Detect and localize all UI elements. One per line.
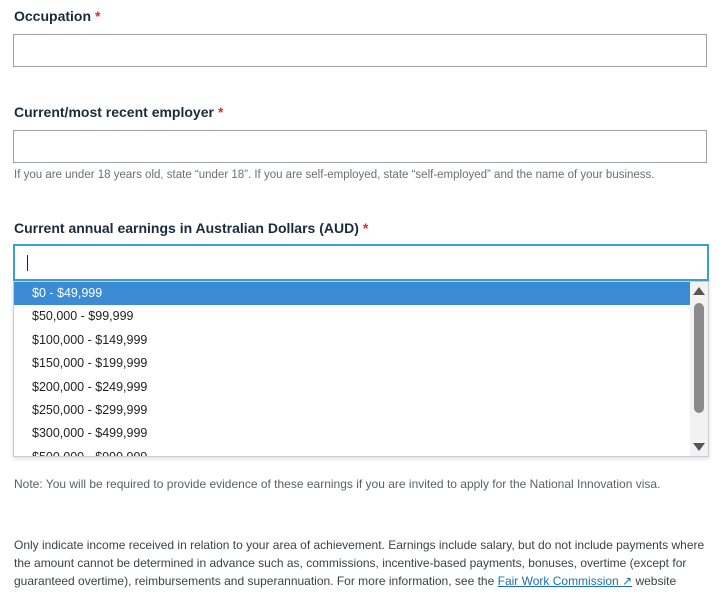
required-marker: *	[95, 8, 101, 24]
earnings-option[interactable]: $250,000 - $299,999	[14, 399, 690, 422]
earnings-info-after-link: website	[635, 574, 677, 588]
occupation-label-text: Occupation	[14, 8, 92, 24]
earnings-option[interactable]: $100,000 - $149,999	[14, 329, 690, 352]
earnings-option[interactable]: $500,000 - $999,999	[14, 446, 690, 456]
earnings-option[interactable]: $0 - $49,999	[14, 282, 690, 306]
employer-hint: If you are under 18 years old, state “un…	[14, 169, 655, 181]
earnings-option[interactable]: $200,000 - $249,999	[14, 376, 690, 399]
text-cursor	[27, 255, 28, 271]
earnings-label-text: Current annual earnings in Australian Do…	[14, 220, 359, 236]
dropdown-scrollbar[interactable]	[690, 282, 708, 456]
earnings-info-paragraph: Only indicate income received in relatio…	[14, 536, 714, 590]
earnings-note: Note: You will be required to provide ev…	[14, 477, 661, 491]
required-marker: *	[362, 220, 369, 236]
scroll-up-arrow-icon[interactable]	[693, 287, 705, 295]
employer-label-text: Current/most recent employer	[14, 104, 214, 120]
earnings-option[interactable]: $150,000 - $199,999	[14, 352, 690, 375]
earnings-dropdown-list[interactable]: $0 - $49,999 $50,000 - $99,999 $100,000 …	[13, 281, 709, 457]
fair-work-commission-link[interactable]: Fair Work Commission ↗	[498, 574, 633, 588]
scrollbar-thumb[interactable]	[694, 303, 704, 413]
occupation-label: Occupation *	[14, 8, 100, 24]
earnings-option[interactable]: $50,000 - $99,999	[14, 305, 690, 328]
employer-label: Current/most recent employer *	[14, 104, 223, 120]
scroll-down-arrow-icon[interactable]	[693, 443, 705, 451]
occupation-input[interactable]	[13, 34, 707, 67]
required-marker: *	[217, 104, 224, 120]
earnings-label: Current annual earnings in Australian Do…	[14, 220, 368, 236]
earnings-option[interactable]: $300,000 - $499,999	[14, 422, 690, 445]
earnings-combobox[interactable]	[13, 244, 709, 281]
employer-input[interactable]	[13, 130, 707, 163]
